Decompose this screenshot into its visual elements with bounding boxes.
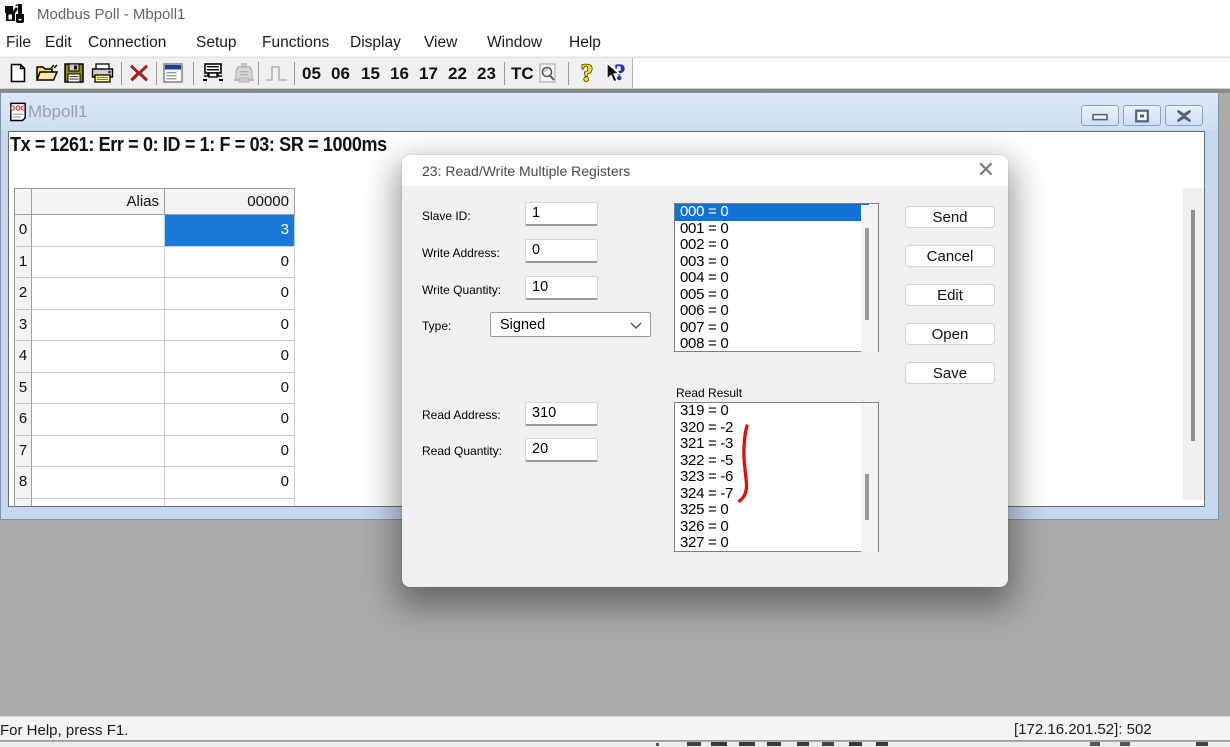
svg-text:DOC: DOC (10, 104, 26, 113)
svg-text:?: ? (581, 61, 594, 86)
